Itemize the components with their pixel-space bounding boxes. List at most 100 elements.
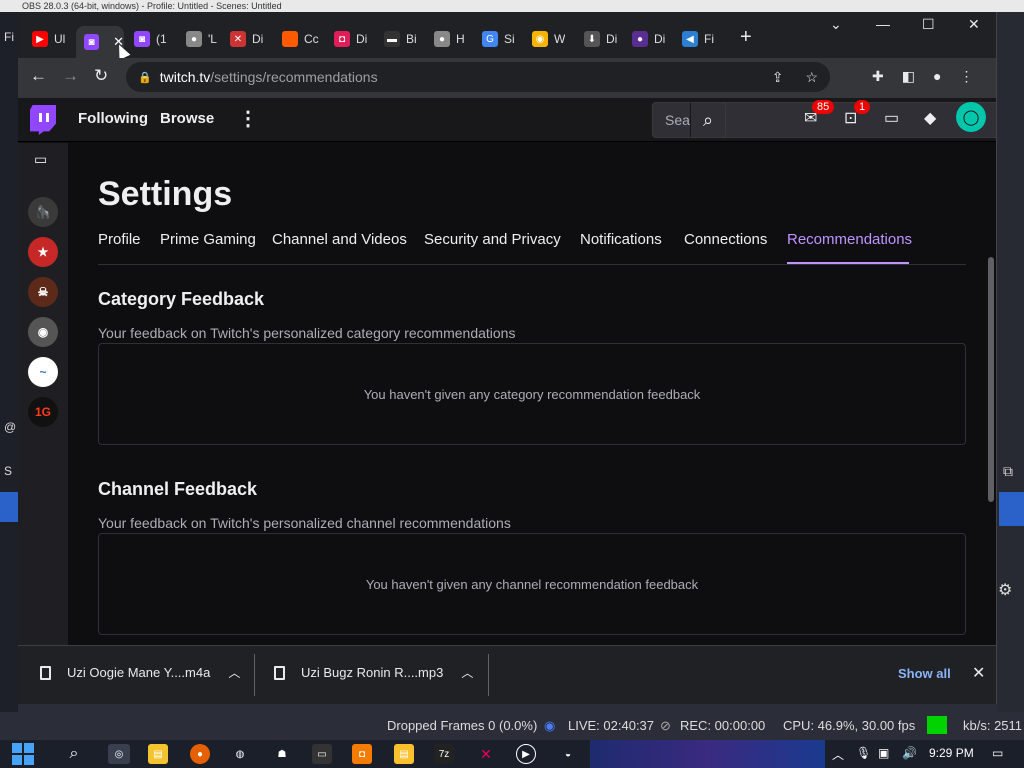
notification-icon[interactable]: ▭	[992, 746, 1003, 760]
app-icon[interactable]: ✕	[476, 744, 496, 764]
tab[interactable]: ● Di	[632, 26, 665, 52]
sidebar-channel-avatar[interactable]: ~	[28, 357, 58, 387]
chevron-up-icon[interactable]: ︿	[832, 746, 844, 763]
bits-icon[interactable]: ◆	[924, 108, 936, 128]
new-tab-button[interactable]: +	[740, 26, 752, 49]
nav-following-link[interactable]: Following	[78, 110, 148, 127]
nav-browse-link[interactable]: Browse	[160, 110, 214, 127]
more-icon[interactable]: ⋮	[238, 106, 258, 131]
chevron-up-icon[interactable]: ︿	[228, 664, 240, 681]
tab[interactable]: ● 'L	[186, 26, 217, 52]
tab[interactable]: ◘ Di	[334, 26, 367, 52]
category-feedback-title: Category Feedback	[98, 289, 265, 309]
notepad-icon[interactable]: ▤	[394, 744, 414, 764]
chevron-up-icon[interactable]: ︿	[461, 664, 473, 681]
app-icon[interactable]: ◘	[352, 744, 372, 764]
obs-undock-icon[interactable]: ⧉	[1003, 463, 1013, 480]
whispers-icon[interactable]: ▭	[884, 108, 899, 128]
firefox-icon[interactable]: ●	[190, 744, 210, 764]
tab-channel-and-videos[interactable]: Channel and Videos	[272, 231, 407, 248]
extensions-icon[interactable]: ✚	[872, 68, 884, 85]
clock[interactable]: 9:29 PM	[929, 746, 974, 760]
notifications-icon[interactable]: ✉ 85	[804, 100, 835, 128]
file-explorer-icon[interactable]: ▤	[148, 744, 168, 764]
search-container: Search ⌕	[335, 102, 996, 138]
tab[interactable]: ✕ Di	[230, 26, 263, 52]
app-icon[interactable]: ◒	[558, 744, 578, 764]
tab[interactable]: ◙ (1	[134, 26, 167, 52]
forward-button[interactable]: →	[62, 66, 79, 86]
video-camera-icon[interactable]: ▭	[34, 151, 47, 168]
sidebar-channel-avatar[interactable]: ☠	[28, 277, 58, 307]
address-bar[interactable]: 🔒 twitch.tv/settings/recommendations ⇪ ☆	[126, 62, 830, 92]
network-icon[interactable]: ▣	[878, 746, 889, 760]
sidebar-channel-avatar[interactable]: ★	[28, 237, 58, 267]
gear-icon[interactable]: ⚙	[998, 580, 1012, 600]
channel-feedback-box: You haven't given any channel recommenda…	[98, 533, 966, 635]
active-tab-indicator	[787, 262, 909, 264]
menu-icon[interactable]: ⋮	[959, 68, 973, 85]
live-timer: LIVE: 02:40:37	[568, 718, 655, 733]
cpu-usage: CPU: 46.9%, 30.00 fps	[783, 718, 916, 733]
twitch-logo-icon[interactable]	[30, 105, 56, 135]
scrollbar[interactable]	[988, 257, 994, 502]
tab[interactable]: ● H	[434, 26, 465, 52]
side-panel-icon[interactable]: ◧	[902, 68, 915, 85]
obs-app-icon[interactable]: ◍	[230, 744, 250, 764]
tab-label: H	[456, 32, 465, 46]
tab-prime-gaming[interactable]: Prime Gaming	[160, 231, 256, 248]
chrome-icon[interactable]: ◎	[108, 744, 130, 764]
back-button[interactable]: ←	[30, 66, 47, 86]
tab-recommendations[interactable]: Recommendations	[787, 231, 912, 248]
download-filename: Uzi Bugz Ronin R....mp3	[301, 665, 444, 680]
settings-tabs: Profile Prime Gaming Channel and Videos Sec…	[98, 231, 966, 265]
tab[interactable]: ◉ W	[532, 26, 565, 52]
tab-connections[interactable]: Connections	[684, 231, 767, 248]
tab-security-and-privacy[interactable]: Security and Privacy	[424, 231, 561, 248]
tab[interactable]: ◀ Fi	[682, 26, 714, 52]
download-item[interactable]: Uzi Oogie Mane Y....m4a ︿	[40, 664, 240, 681]
channel-feedback-description: Your feedback on Twitch's personalized c…	[98, 515, 511, 531]
search-icon[interactable]: ⌕	[690, 102, 726, 138]
tab[interactable]: ▬ Bi	[384, 26, 417, 52]
terminal-icon[interactable]: ▭	[312, 744, 332, 764]
favicon-icon: ●	[186, 31, 202, 47]
obs-left-selected[interactable]	[0, 492, 18, 522]
tab-label: Di	[654, 32, 666, 46]
volume-icon[interactable]: 🔊	[902, 746, 917, 760]
tab[interactable]: ⬇ Di	[584, 26, 617, 52]
profile-icon[interactable]: ●	[933, 68, 941, 85]
obs-left-label: S	[4, 464, 13, 478]
favicon-icon: ▬	[384, 31, 400, 47]
sidebar-channel-avatar[interactable]: 🦍	[28, 197, 58, 227]
tab-profile[interactable]: Profile	[98, 231, 141, 248]
close-icon[interactable]: ✕	[972, 663, 985, 683]
tab-notifications[interactable]: Notifications	[580, 231, 662, 248]
avatar[interactable]: ◯	[956, 102, 986, 132]
tab[interactable]: G Si	[482, 26, 515, 52]
dropped-frames: Dropped Frames 0 (0.0%)	[387, 718, 538, 733]
start-icon[interactable]	[12, 743, 34, 765]
reload-button[interactable]: ↻	[94, 66, 108, 86]
sidebar-channel-avatar[interactable]: ◉	[28, 317, 58, 347]
favicon-icon: ●	[434, 31, 450, 47]
maximize-button[interactable]: ☐	[922, 16, 935, 33]
minimize-button[interactable]: —	[876, 16, 890, 32]
search-icon[interactable]: ⌕	[64, 744, 84, 764]
tab[interactable]: Cc	[282, 26, 319, 52]
sidebar-channel-avatar[interactable]: 1G	[28, 397, 58, 427]
share-icon[interactable]: ⇪	[772, 69, 784, 86]
media-player-icon[interactable]: ▶	[516, 744, 536, 764]
bookmark-star-icon[interactable]: ☆	[805, 69, 818, 86]
download-item[interactable]: Uzi Bugz Ronin R....mp3 ︿	[274, 664, 473, 681]
microphone-icon[interactable]: 🎙	[856, 746, 871, 760]
7zip-icon[interactable]: 7z	[434, 744, 454, 764]
inbox-icon[interactable]: ⊡ 1	[844, 100, 871, 128]
app-icon[interactable]: ☗	[272, 744, 292, 764]
tab[interactable]: ▶ Ul	[32, 26, 65, 52]
close-window-button[interactable]: ✕	[968, 16, 980, 33]
tab-search-icon[interactable]: ⌄	[830, 16, 842, 33]
show-all-downloads-link[interactable]: Show all	[898, 666, 951, 681]
obs-right-selected[interactable]	[999, 492, 1024, 526]
tab-label: Di	[356, 32, 368, 46]
